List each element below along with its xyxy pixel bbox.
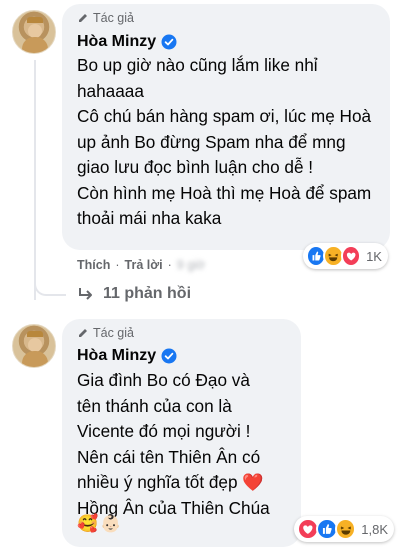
reaction-summary[interactable]: 1K [303,243,388,269]
haha-icon [334,518,357,540]
reaction-summary[interactable]: 1,8K [294,516,394,542]
reaction-count: 1,8K [361,521,388,537]
author-avatar[interactable] [12,10,56,54]
author-badge: Tác giả [77,11,134,25]
pen-icon [79,14,87,22]
love-icon [340,245,362,267]
thread-line [34,60,36,300]
reaction-count: 1K [366,248,382,264]
baby-emoji: 👶🏻 [100,514,122,533]
author-badge-label: Tác giả [93,326,134,340]
author-avatar[interactable] [12,324,56,368]
smiling-face-hearts-emoji: 🥰 [77,514,99,533]
reply-action[interactable]: Trả lời [125,258,163,272]
author-name[interactable]: Hòa Minzy [77,347,156,365]
replies-label[interactable]: 11 phản hồi [103,285,191,303]
comment-actions: Thích · Trả lời · 9 giờ [77,258,205,272]
verified-icon [161,34,177,50]
thread-connector [34,270,66,296]
reply-arrow-icon [79,288,92,300]
comment-text: Gia đình Bo có Đạo và tên thánh của con … [77,370,270,518]
pen-icon [79,329,87,337]
separator-dot: · [115,258,120,272]
author-name[interactable]: Hòa Minzy [77,33,156,51]
emoji-line: 🥰 👶🏻 [77,514,121,534]
author-name-row[interactable]: Hòa Minzy [77,33,177,51]
comment-text: Bo up giờ nào cũng lắm like nhỉ hahaaaa … [77,55,372,228]
view-replies-link[interactable]: 11 phản hồi [77,285,191,303]
comment-timestamp[interactable]: 9 giờ [177,258,205,272]
separator-dot: · [167,258,172,272]
author-badge-label: Tác giả [93,11,134,25]
verified-icon [161,348,177,364]
author-badge: Tác giả [77,326,134,340]
author-name-row[interactable]: Hòa Minzy [77,347,177,365]
like-action[interactable]: Thích [77,258,110,272]
